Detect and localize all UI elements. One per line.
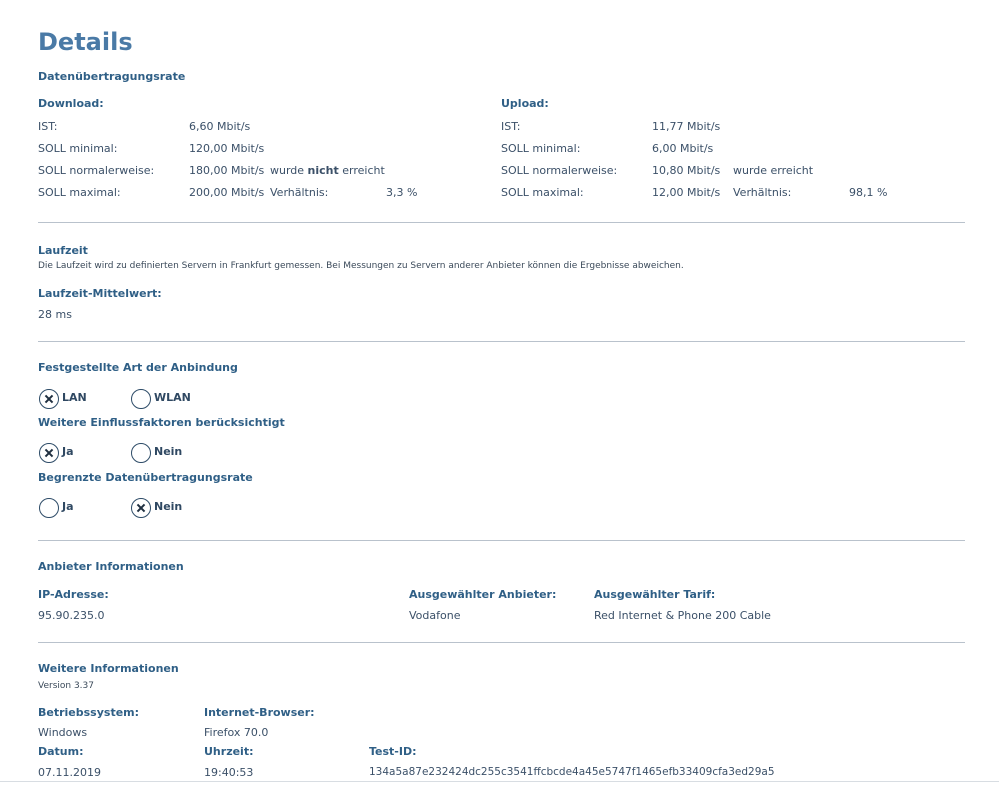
time-value: 19:40:53 [204,766,254,779]
ip-value: 95.90.235.0 [38,609,105,622]
factors-heading: Weitere Einflussfaktoren berücksichtigt [38,416,285,429]
radio-lan[interactable] [39,389,59,409]
download-min-label: SOLL minimal: [38,142,118,155]
radio-factors-ja[interactable] [39,443,59,463]
provider-value: Vodafone [409,609,461,622]
time-label: Uhrzeit: [204,745,254,758]
upload-max-value: 12,00 Mbit/s [652,186,721,199]
radio-limited-ja[interactable] [39,498,59,518]
latency-mean-value: 28 ms [38,308,72,321]
testid-label: Test-ID: [369,745,417,758]
x-mark-icon [137,504,145,512]
date-value: 07.11.2019 [38,766,101,779]
latency-heading: Laufzeit [38,244,88,257]
radio-wlan[interactable] [131,389,151,409]
browser-value: Firefox 70.0 [204,726,269,739]
radio-lan-label: LAN [62,391,87,404]
provider-heading: Anbieter Informationen [38,560,184,573]
x-mark-icon [45,395,53,403]
radio-limited-ja-label: Ja [62,500,74,513]
version-text: Version 3.37 [38,681,94,691]
download-ist-value: 6,60 Mbit/s [189,120,251,133]
upload-min-value: 6,00 Mbit/s [652,142,714,155]
upload-ratio-value: 98,1 % [849,186,888,199]
download-ratio-label: Verhältnis: [270,186,329,199]
browser-label: Internet-Browser: [204,706,315,719]
radio-factors-nein[interactable] [131,443,151,463]
divider [38,222,965,223]
limited-heading: Begrenzte Datenübertragungsrate [38,471,253,484]
connection-heading: Festgestellte Art der Anbindung [38,361,238,374]
bottom-edge [0,781,999,782]
divider [38,642,965,643]
radio-factors-ja-label: Ja [62,445,74,458]
divider [38,540,965,541]
download-ist-label: IST: [38,120,58,133]
upload-max-label: SOLL maximal: [501,186,584,199]
upload-ist-value: 11,77 Mbit/s [652,120,721,133]
upload-normal-value: 10,80 Mbit/s [652,164,721,177]
date-label: Datum: [38,745,84,758]
latency-mean-label: Laufzeit-Mittelwert: [38,287,162,300]
upload-normal-label: SOLL normalerweise: [501,164,618,177]
info-heading: Weitere Informationen [38,662,179,675]
download-max-label: SOLL maximal: [38,186,121,199]
upload-status: wurde erreicht [733,164,814,177]
page-title: Details [38,28,133,56]
tariff-value: Red Internet & Phone 200 Cable [594,609,771,622]
download-ratio-value: 3,3 % [386,186,418,199]
download-normal-value: 180,00 Mbit/s [189,164,265,177]
radio-limited-nein-label: Nein [154,500,183,513]
download-max-value: 200,00 Mbit/s [189,186,265,199]
radio-factors-nein-label: Nein [154,445,183,458]
upload-ist-label: IST: [501,120,521,133]
download-normal-label: SOLL normalerweise: [38,164,155,177]
upload-heading: Upload: [501,97,549,110]
upload-ratio-label: Verhältnis: [733,186,792,199]
download-status: wurde nicht erreicht [270,164,385,177]
radio-limited-nein[interactable] [131,498,151,518]
radio-wlan-label: WLAN [154,391,191,404]
download-min-value: 120,00 Mbit/s [189,142,265,155]
latency-note: Die Laufzeit wird zu definierten Servern… [38,261,684,271]
upload-min-label: SOLL minimal: [501,142,581,155]
os-value: Windows [38,726,88,739]
x-mark-icon [45,449,53,457]
download-heading: Download: [38,97,104,110]
rate-heading: Datenübertragungsrate [38,70,186,83]
provider-label: Ausgewählter Anbieter: [409,588,557,601]
ip-label: IP-Adresse: [38,588,109,601]
testid-value: 134a5a87e232424dc255c3541ffcbcde4a45e574… [369,766,775,778]
tariff-label: Ausgewählter Tarif: [594,588,716,601]
os-label: Betriebssystem: [38,706,140,719]
divider [38,341,965,342]
